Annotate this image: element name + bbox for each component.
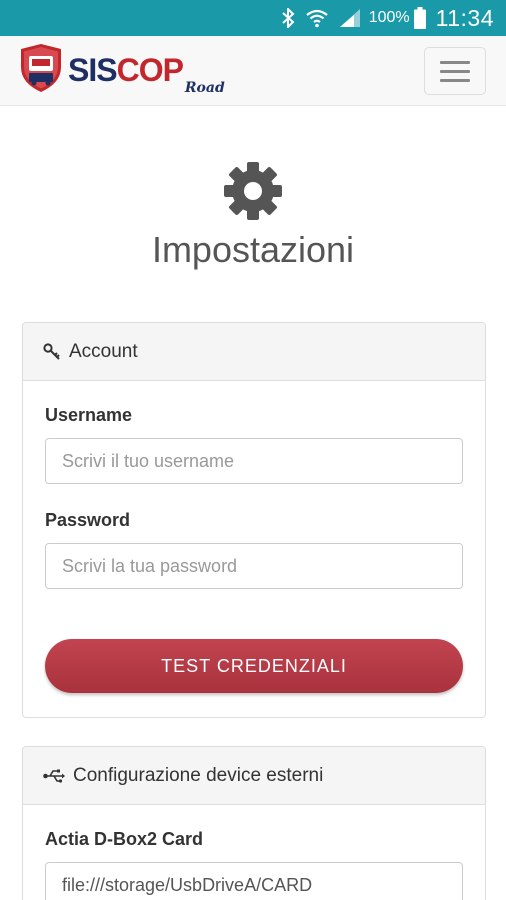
devices-heading-label: Configurazione device esterni: [73, 764, 324, 786]
password-input[interactable]: [45, 543, 463, 589]
hamburger-menu-button[interactable]: [424, 47, 486, 95]
dbox-card-path-input[interactable]: [45, 862, 463, 900]
account-panel: Account Username Password TEST CREDENZIA…: [22, 322, 486, 718]
test-credentials-button[interactable]: TEST CREDENZIALI: [45, 639, 463, 693]
hamburger-icon: [440, 60, 470, 64]
signal-icon: [339, 8, 361, 28]
logo-sis: SIS: [68, 52, 118, 88]
wifi-icon: [305, 8, 329, 28]
page-header: Impostazioni: [0, 160, 506, 271]
account-panel-heading: Account: [23, 323, 485, 381]
status-bar: 100% 11:34: [0, 0, 506, 36]
battery-icon: [413, 7, 426, 29]
navbar: SISCOP Road: [0, 36, 506, 106]
usb-icon: [43, 769, 65, 783]
logo-wordmark: SISCOP: [68, 52, 184, 89]
logo-cop: COP: [116, 52, 184, 88]
logo-road: Road: [184, 80, 225, 96]
devices-panel: Configurazione device esterni Actia D-Bo…: [22, 746, 486, 900]
username-label: Username: [45, 405, 133, 425]
key-icon: [43, 342, 61, 361]
password-label: Password: [45, 510, 131, 530]
username-input[interactable]: [45, 438, 463, 484]
bluetooth-icon: [281, 8, 295, 28]
shield-logo-icon: [20, 43, 62, 98]
account-heading-label: Account: [69, 340, 138, 362]
devices-panel-heading: Configurazione device esterni: [23, 747, 485, 805]
page-title: Impostazioni: [151, 229, 355, 270]
dbox-card-label: Actia D-Box2 Card: [45, 829, 204, 849]
clock: 11:34: [435, 4, 494, 31]
siscop-logo[interactable]: SISCOP Road: [20, 43, 225, 98]
battery-percentage: 100%: [368, 9, 410, 26]
gear-icon: [222, 160, 284, 227]
